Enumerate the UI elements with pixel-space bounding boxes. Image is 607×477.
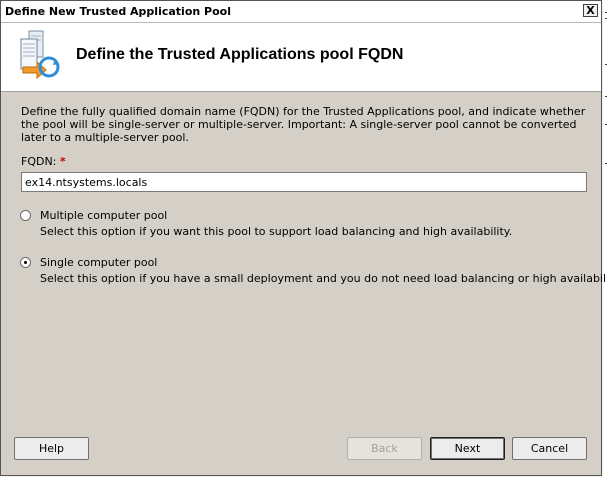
single-computer-pool-label[interactable]: Single computer pool	[40, 256, 157, 269]
required-marker: *	[59, 155, 66, 168]
window-title: Define New Trusted Application Pool	[5, 5, 231, 18]
next-button[interactable]: Next	[430, 437, 505, 460]
wizard-header: Define the Trusted Applications pool FQD…	[1, 23, 601, 92]
help-button[interactable]: Help	[14, 437, 89, 460]
multiple-computer-pool-radio[interactable]	[20, 210, 31, 221]
title-bar: Define New Trusted Application Pool X	[1, 1, 601, 23]
multiple-computer-pool-label[interactable]: Multiple computer pool	[40, 209, 167, 222]
dialog-window: Define New Trusted Application Pool X De…	[0, 0, 607, 476]
close-button[interactable]: X	[583, 4, 598, 17]
page-title: Define the Trusted Applications pool FQD…	[76, 46, 404, 63]
multiple-computer-pool-description: Select this option if you want this pool…	[40, 225, 513, 238]
fqdn-label-text: FQDN:	[21, 155, 57, 168]
radio-selected-dot	[24, 261, 27, 264]
description-text: Define the fully qualified domain name (…	[21, 105, 586, 144]
background-window-edge	[603, 0, 607, 477]
server-pool-icon	[15, 29, 63, 81]
fqdn-label: FQDN: *	[21, 155, 66, 168]
fqdn-input[interactable]	[21, 172, 587, 192]
back-button[interactable]: Back	[347, 437, 422, 460]
cancel-button[interactable]: Cancel	[512, 437, 587, 460]
single-computer-pool-description: Select this option if you have a small d…	[40, 272, 607, 285]
single-computer-pool-radio[interactable]	[20, 257, 31, 268]
